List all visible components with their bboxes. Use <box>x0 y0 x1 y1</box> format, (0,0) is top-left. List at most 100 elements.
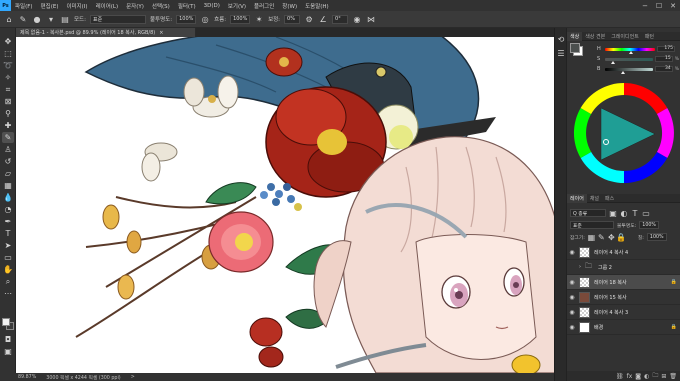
layer-row[interactable]: ◉ 레이어 18 복사 🔒 <box>567 275 680 290</box>
document-tab[interactable]: 제목 없음-1 - 복사본.psd @ 89.9% (레이어 18 복사, RG… <box>16 28 196 37</box>
menu-edit[interactable]: 편집(E) <box>37 2 63 10</box>
menu-image[interactable]: 이미지(I) <box>62 2 91 10</box>
layer-kind-filter[interactable]: Q 종류 <box>570 209 606 217</box>
menu-select[interactable]: 선택(S) <box>148 2 174 10</box>
link-icon[interactable]: ⛓ <box>616 373 624 380</box>
visibility-eye-icon[interactable]: ◉ <box>567 324 577 331</box>
saturation-thumb[interactable] <box>610 60 615 64</box>
layer-name[interactable]: 레이어 15 복사 <box>594 294 627 301</box>
history-brush-tool-icon[interactable]: ↺ <box>2 156 14 167</box>
rectangle-tool-icon[interactable]: ▭ <box>2 252 14 263</box>
lock-position-icon[interactable]: ✥ <box>608 232 615 242</box>
brightness-slider-row[interactable]: B 34 % <box>597 66 679 74</box>
magic-wand-tool-icon[interactable]: ✧ <box>2 72 14 83</box>
quick-mask-icon[interactable]: ◘ <box>2 334 14 345</box>
path-selection-tool-icon[interactable]: ➤ <box>2 240 14 251</box>
screen-mode-icon[interactable]: ▣ <box>2 346 14 357</box>
lock-all-icon[interactable]: 🔒 <box>616 232 626 242</box>
hand-tool-icon[interactable]: ✋ <box>2 264 14 275</box>
visibility-eye-icon[interactable]: ◉ <box>567 249 577 256</box>
saturation-value[interactable]: 15 <box>655 56 673 62</box>
brightness-thumb[interactable] <box>620 70 625 74</box>
pressure-opacity-icon[interactable]: ◎ <box>200 14 210 24</box>
symmetry-icon[interactable]: ⋈ <box>366 14 376 24</box>
crop-tool-icon[interactable]: ⌗ <box>2 84 14 95</box>
smoothing-field[interactable]: 0% <box>284 14 301 24</box>
angle-field[interactable]: 0° <box>332 14 349 24</box>
tab-patterns[interactable]: 패턴 <box>642 33 657 40</box>
pressure-size-icon[interactable]: ◉ <box>352 14 362 24</box>
move-tool-icon[interactable]: ✥ <box>2 36 14 47</box>
menu-layer[interactable]: 레이어(L) <box>92 2 123 10</box>
fx-icon[interactable]: fx <box>627 373 633 380</box>
canvas-area[interactable] <box>16 37 554 373</box>
visibility-eye-icon[interactable]: ◉ <box>567 279 577 286</box>
status-arrow[interactable]: > <box>131 375 135 380</box>
visibility-eye-icon[interactable]: ◉ <box>567 294 577 301</box>
filter-adjust-icon[interactable]: ◐ <box>620 208 628 218</box>
brush-tool-icon[interactable]: ✎ <box>2 132 14 143</box>
chevron-down-icon[interactable]: ▾ <box>46 14 56 24</box>
layer-row[interactable]: ◉ 레이어 4 복사 4 <box>567 245 680 260</box>
eyedropper-tool-icon[interactable]: ⚲ <box>2 108 14 119</box>
type-tool-icon[interactable]: T <box>2 228 14 239</box>
filter-type-icon[interactable]: T <box>631 208 639 218</box>
filter-shape-icon[interactable]: ▭ <box>642 208 650 218</box>
layer-name[interactable]: 레이어 4 복사 4 <box>594 249 628 256</box>
mode-select[interactable]: 표준 <box>89 14 146 24</box>
layer-opacity-field[interactable]: 100% <box>639 221 660 229</box>
healing-brush-tool-icon[interactable]: ✚ <box>2 120 14 131</box>
new-layer-icon[interactable]: ⊞ <box>661 373 666 380</box>
pen-tool-icon[interactable]: ✒ <box>2 216 14 227</box>
dodge-tool-icon[interactable]: ◔ <box>2 204 14 215</box>
color-panel-foreground-swatch[interactable] <box>570 43 580 53</box>
brush-tool-icon[interactable]: ✎ <box>18 14 28 24</box>
brightness-slider[interactable] <box>604 67 654 74</box>
brightness-value[interactable]: 34 <box>655 66 673 72</box>
opacity-field[interactable]: 100% <box>176 14 197 24</box>
trash-icon[interactable]: 🗑 <box>669 373 677 380</box>
layer-name[interactable]: 레이어 4 복사 3 <box>594 309 628 316</box>
airbrush-icon[interactable]: ✶ <box>254 14 264 24</box>
layer-name[interactable]: 그룹 2 <box>598 264 612 271</box>
hue-value[interactable]: 175 <box>657 46 675 52</box>
saturation-slider[interactable] <box>604 57 654 64</box>
layer-row[interactable]: › 🗀 그룹 2 <box>567 260 680 275</box>
menu-plugins[interactable]: 플러그인 <box>250 2 278 10</box>
lasso-tool-icon[interactable]: ➰ <box>2 60 14 71</box>
layer-name[interactable]: 레이어 18 복사 <box>594 279 627 286</box>
close-window-button[interactable]: ✕ <box>666 0 680 11</box>
menu-help[interactable]: 도움말(H) <box>301 2 333 10</box>
brush-preset-icon[interactable]: ● <box>32 14 42 24</box>
marquee-tool-icon[interactable]: ⬚ <box>2 48 14 59</box>
brush-settings-icon[interactable]: ▤ <box>60 14 70 24</box>
layer-name[interactable]: 배경 <box>594 324 603 331</box>
filter-pixel-icon[interactable]: ▣ <box>609 208 617 218</box>
menu-type[interactable]: 문자(Y) <box>122 2 148 10</box>
hue-thumb[interactable] <box>629 50 633 54</box>
tab-gradients[interactable]: 그레이디언트 <box>608 33 642 40</box>
blur-tool-icon[interactable]: 💧 <box>2 192 14 203</box>
menu-view[interactable]: 보기(V) <box>224 2 250 10</box>
tab-channels[interactable]: 채널 <box>587 195 602 202</box>
layer-row[interactable]: ◉ 레이어 4 복사 3 <box>567 305 680 320</box>
flow-field[interactable]: 100% <box>230 14 251 24</box>
adjustment-icon[interactable]: ◐ <box>644 373 649 380</box>
visibility-eye-icon[interactable]: ◉ <box>567 309 577 316</box>
artwork-canvas[interactable] <box>16 37 554 373</box>
tab-swatches[interactable]: 색상 견본 <box>582 33 608 40</box>
tab-color[interactable]: 색상 <box>567 31 583 41</box>
zoom-level[interactable]: 89.87% <box>18 375 36 380</box>
folder-icon[interactable]: 🗀 <box>652 371 658 381</box>
menu-window[interactable]: 창(W) <box>278 2 301 10</box>
gear-icon[interactable]: ⚙ <box>304 14 314 24</box>
menu-file[interactable]: 파일(F) <box>11 2 37 10</box>
color-wheel[interactable] <box>571 80 677 186</box>
blend-mode-select[interactable]: 표준 <box>570 221 614 229</box>
layer-row[interactable]: ◉ 레이어 15 복사 <box>567 290 680 305</box>
lock-transparent-icon[interactable]: ▦ <box>588 232 596 242</box>
foreground-color-swatch[interactable] <box>2 318 10 326</box>
mask-icon[interactable]: ◙ <box>635 373 641 380</box>
gradient-tool-icon[interactable]: ▦ <box>2 180 14 191</box>
minimize-button[interactable]: − <box>638 0 652 11</box>
